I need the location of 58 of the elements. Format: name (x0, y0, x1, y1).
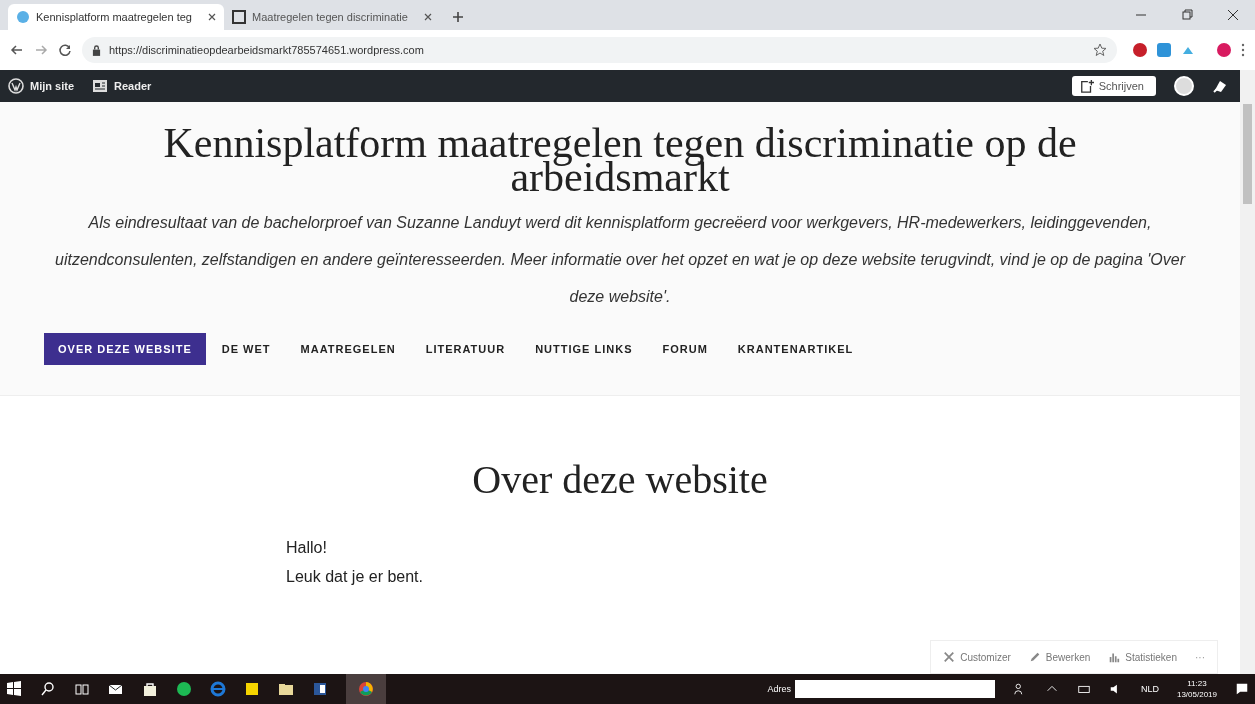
nav-link[interactable]: DE WET (207, 333, 285, 365)
back-icon[interactable] (10, 43, 24, 57)
notification-center-icon[interactable] (1235, 682, 1249, 696)
new-post-icon (1079, 79, 1094, 93)
action-link[interactable]: Bewerken (1028, 651, 1091, 663)
folder-icon[interactable] (278, 681, 294, 697)
menu-icon[interactable] (1241, 43, 1245, 57)
windows-start-icon[interactable] (6, 681, 22, 697)
nav-link[interactable]: NUTTIGE LINKS (521, 333, 647, 365)
site-title: Kennisplatform maatregelen tegen discriminatie op de arbeidsmarkt (162, 126, 1078, 194)
user-avatar[interactable] (1174, 76, 1194, 96)
restore-icon[interactable] (1181, 9, 1193, 21)
clock-date[interactable]: 13/05/2019 (1176, 689, 1217, 700)
star-icon[interactable] (1093, 43, 1107, 57)
lock-icon (92, 44, 101, 56)
address-field[interactable]: https://discriminatieopdearbeidsmarkt785574651.wordpress.com (82, 37, 1117, 63)
paragraph: Hallo! (286, 538, 328, 558)
write-button[interactable]: Schrijven (1071, 76, 1156, 96)
close-icon[interactable] (208, 13, 216, 21)
browser-icon[interactable] (210, 681, 226, 697)
close-icon[interactable] (1227, 9, 1239, 21)
language-indicator[interactable]: NLD (1140, 684, 1159, 694)
wordpress-logo-icon (8, 78, 24, 94)
search-icon[interactable] (40, 681, 56, 697)
document-icon (232, 10, 246, 24)
nav-link[interactable]: LITERATUUR (411, 333, 520, 365)
new-tab-icon[interactable] (452, 11, 464, 23)
browser-tab[interactable]: Kennisplatform maatregelen teg (8, 4, 224, 30)
music-app-icon[interactable] (176, 681, 192, 697)
close-icon[interactable] (424, 13, 432, 21)
page-title: Over deze website (471, 456, 769, 503)
address-toolbar-field[interactable] (794, 680, 995, 698)
action-link[interactable]: Customizer (943, 651, 1011, 663)
task-view-icon[interactable] (74, 681, 90, 697)
browser-tab[interactable]: Maatregelen tegen discriminatie (224, 4, 440, 30)
round-app-icon (358, 681, 374, 697)
document-app-icon[interactable] (312, 681, 328, 697)
store-icon[interactable] (142, 681, 158, 697)
clock-time[interactable]: 11:23 (1187, 678, 1207, 689)
nav-link[interactable]: MAATREGELEN (286, 333, 410, 365)
taskbar-app[interactable] (346, 674, 386, 704)
scrollbar[interactable] (1240, 70, 1255, 674)
paragraph: Leuk dat je er bent. (286, 567, 424, 587)
nav-link[interactable]: KRANTENARTIKEL (723, 333, 868, 365)
admin-menu-item[interactable]: Mijn site (8, 78, 74, 94)
address-toolbar-label: Adres (767, 684, 791, 694)
bar-chart-icon (1108, 651, 1121, 663)
pencil-icon (1028, 651, 1041, 663)
reader-icon (92, 78, 108, 94)
nav-link[interactable]: OVER DEZE WEBSITE (44, 333, 206, 365)
extension-icon[interactable] (1133, 43, 1147, 57)
nav-link[interactable]: FORUM (648, 333, 722, 365)
sticky-note-icon[interactable] (244, 681, 260, 697)
admin-menu-item[interactable]: Reader (92, 78, 152, 94)
site-description: Als eindresultaat van de bachelorproef van Suzanne Landuyt werd dit kennisplatform gecreëerd voor werkgevers, HR-medewerkers, leidinggevenden, uitzendconsulenten, zelfstandigen en andere geïnteresseerden. Meer informatie over het opzet en wat je op deze website terugvindt, vind je op de pagina 'Over deze website'. (54, 213, 1187, 307)
profile-avatar[interactable] (1217, 43, 1231, 57)
action-link[interactable]: Statistieken (1108, 651, 1177, 663)
reload-icon[interactable] (58, 43, 72, 57)
